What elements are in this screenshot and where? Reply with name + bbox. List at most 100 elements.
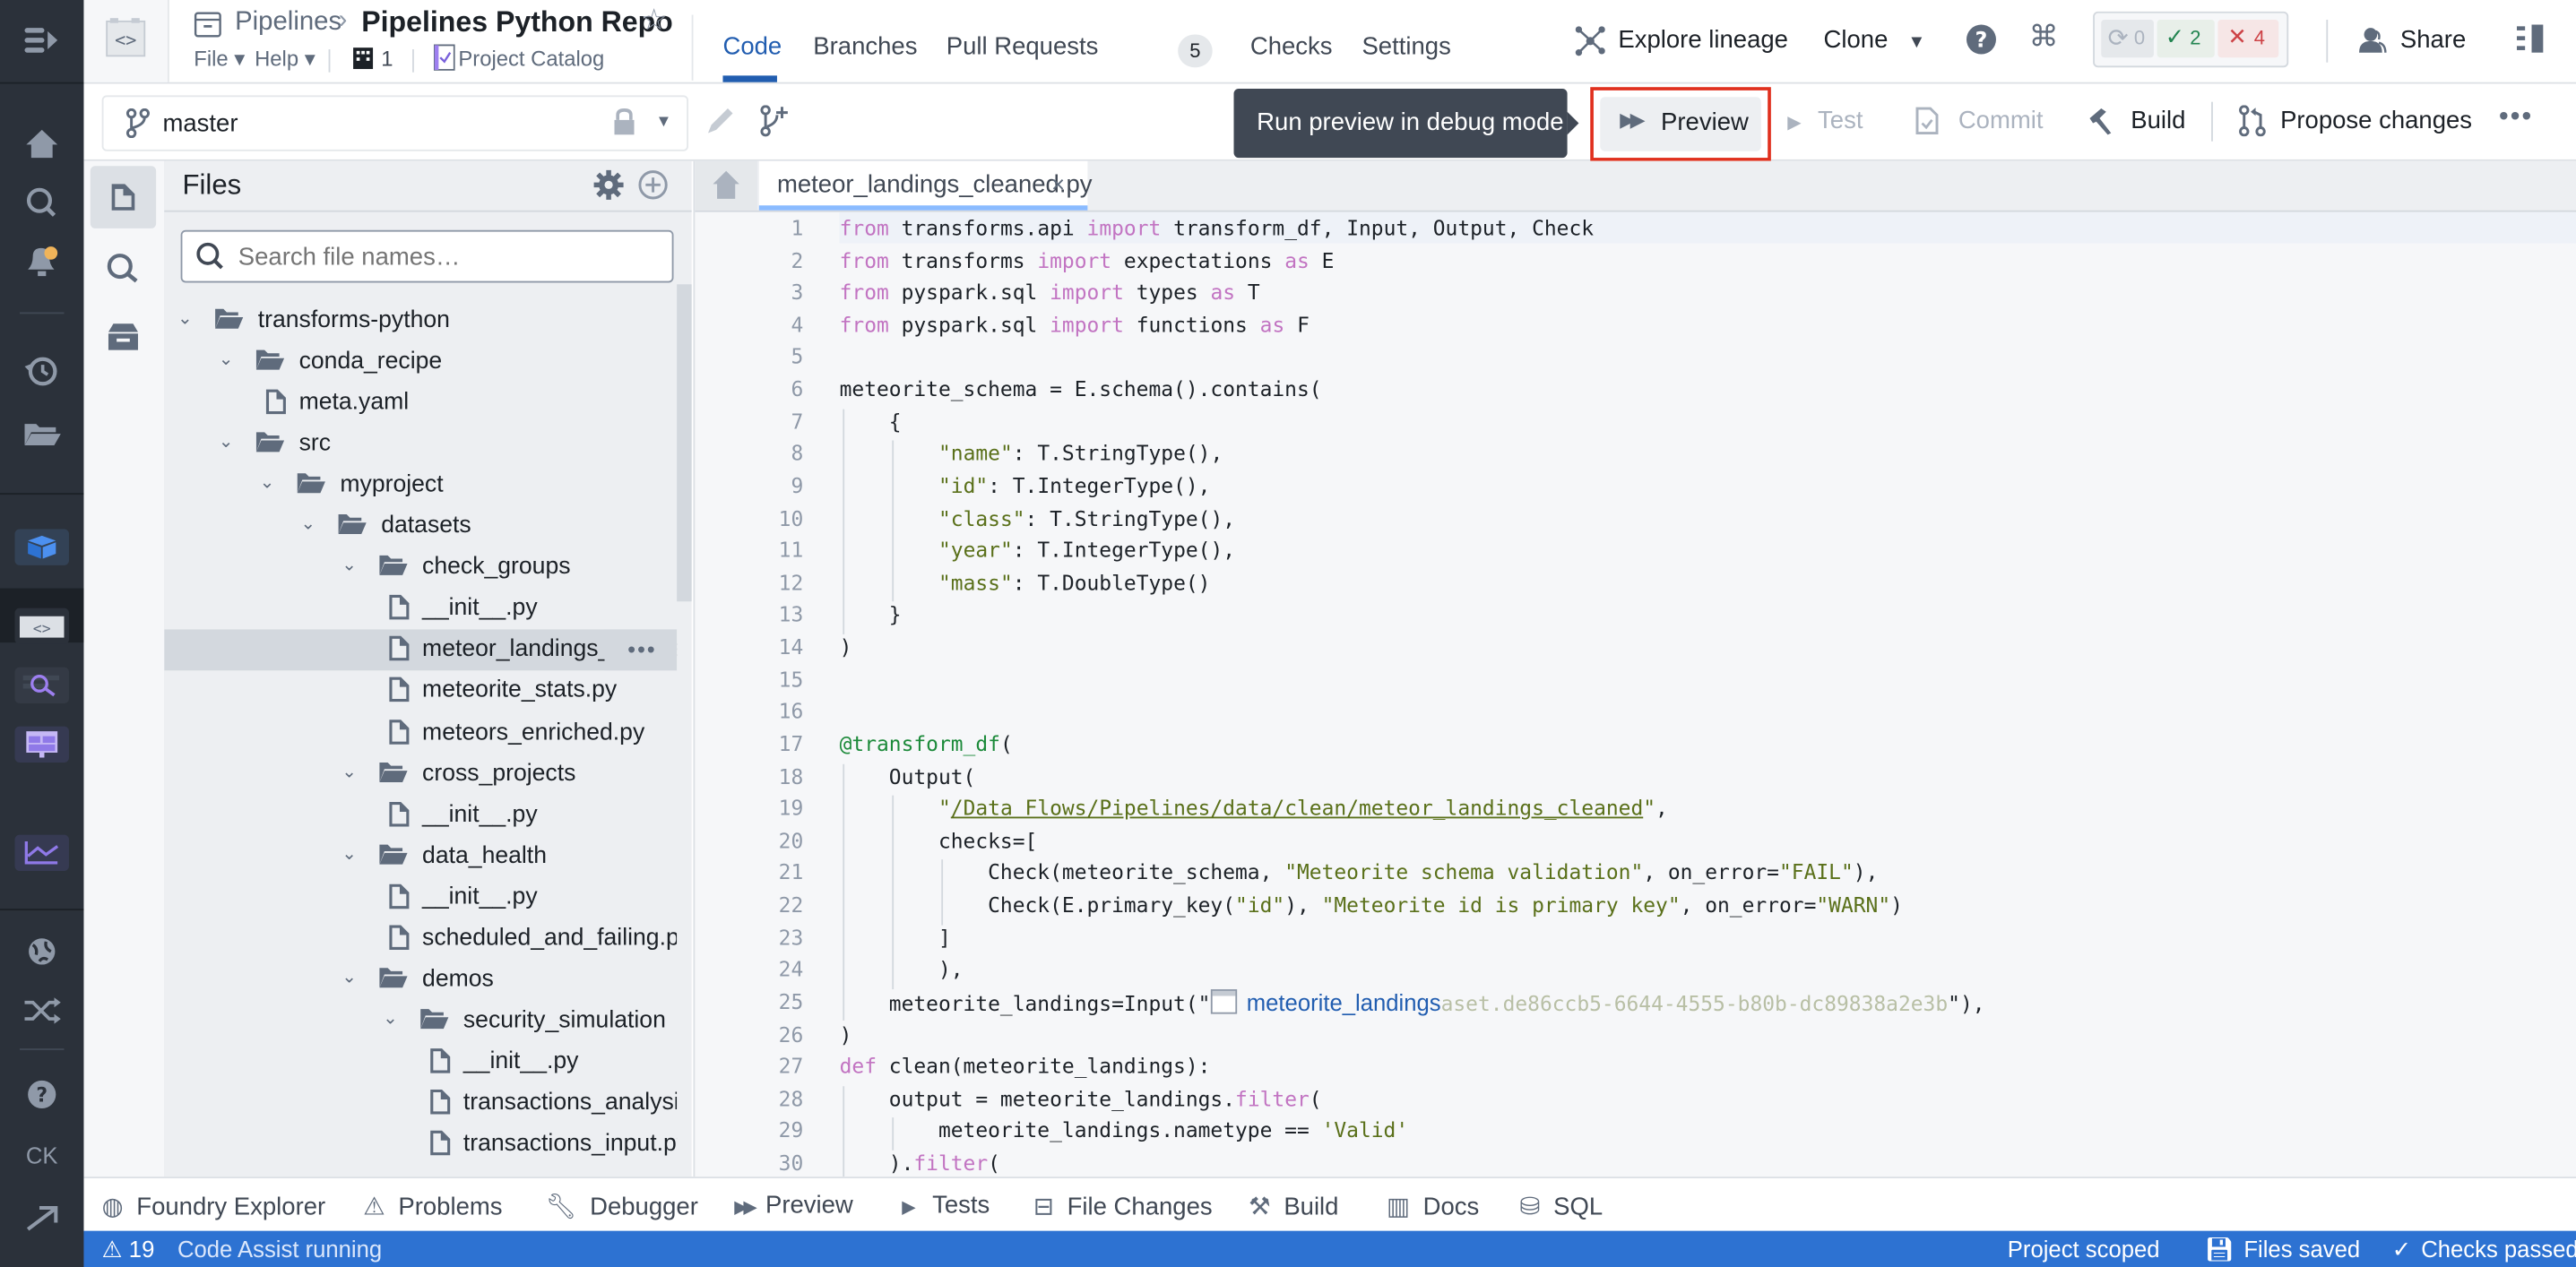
files-scrollbar[interactable] xyxy=(677,284,692,602)
tree-file[interactable]: transactions_input.py xyxy=(164,1124,677,1165)
tree-folder[interactable]: ⌄ check_groups xyxy=(164,547,677,589)
build-button[interactable]: Build xyxy=(2085,107,2185,135)
organization-count[interactable]: 1 xyxy=(381,46,393,71)
tree-file[interactable]: __init__.py xyxy=(164,877,677,918)
bottom-tab-docs[interactable]: ▥ Docs xyxy=(1387,1192,1479,1220)
bottom-tab-file-changes[interactable]: ⊟ File Changes xyxy=(1033,1192,1213,1220)
help-icon[interactable]: ? xyxy=(0,1076,83,1112)
test-button[interactable]: ▶ Test xyxy=(1787,107,1863,134)
checks-running[interactable]: ⟳ 0 xyxy=(2101,20,2154,58)
chevron-down-icon[interactable]: ⌄ xyxy=(341,555,357,575)
tree-folder[interactable]: ⌄ data_health xyxy=(164,836,677,877)
chevron-down-icon[interactable]: ⌄ xyxy=(341,760,357,781)
chevron-down-icon[interactable]: ⌄ xyxy=(177,307,193,329)
tree-folder[interactable]: ⌄ transforms-python xyxy=(164,301,677,342)
project-catalog-link[interactable]: Project Catalog xyxy=(458,46,604,71)
tree-folder[interactable]: ⌄ security_simulation xyxy=(164,1001,677,1042)
search-icon[interactable] xyxy=(0,185,83,219)
tree-file[interactable]: meteorite_stats.py xyxy=(164,671,677,712)
notifications-icon[interactable] xyxy=(0,243,83,279)
editor-tab-active[interactable]: meteor_landings_cleaned.py × xyxy=(758,160,1093,211)
checks-passed-status[interactable]: ✓ Checks passed xyxy=(2392,1236,2576,1263)
shuffle-icon[interactable] xyxy=(0,993,83,1029)
sidebar-toggle-icon[interactable] xyxy=(2517,23,2546,56)
history-icon[interactable] xyxy=(0,353,83,389)
checks-summary[interactable]: ⟳ 0 ✓ 2 ✕ 4 xyxy=(2093,11,2289,68)
clone-dropdown[interactable]: Clone ▼ xyxy=(1824,26,1926,54)
checks-passed[interactable]: ✓ 2 xyxy=(2157,20,2215,58)
external-link-icon[interactable] xyxy=(0,1200,83,1236)
chevron-down-icon[interactable]: ⌄ xyxy=(341,966,357,987)
tree-file[interactable]: __init__.py xyxy=(164,1042,677,1083)
tree-folder[interactable]: ⌄ datasets xyxy=(164,506,677,547)
bottom-tab-problems[interactable]: ⚠ Problems xyxy=(363,1192,502,1220)
data-lineage-app-icon[interactable] xyxy=(14,667,69,703)
tree-file[interactable]: __init__.py xyxy=(164,795,677,836)
tree-file[interactable]: meta.yaml xyxy=(164,383,677,424)
help-icon[interactable]: ? xyxy=(1965,23,1998,56)
tree-file[interactable]: scheduled_and_failing.py xyxy=(164,918,677,960)
close-tab-icon[interactable]: × xyxy=(1051,171,1065,197)
settings-gear-icon[interactable] xyxy=(593,169,625,201)
code-area[interactable]: 1 from transforms.api import transform_df… xyxy=(695,212,2576,1177)
chevron-down-icon[interactable]: ⌄ xyxy=(383,1007,398,1029)
breadcrumb-parent[interactable]: Pipelines xyxy=(235,8,341,38)
files-tab[interactable] xyxy=(90,166,157,228)
quiver-app-icon[interactable] xyxy=(14,834,69,872)
tree-file[interactable]: meteors_enriched.py xyxy=(164,712,677,754)
file-search-input[interactable] xyxy=(180,229,674,283)
workshop-app-icon[interactable] xyxy=(14,726,69,763)
project-scoped-status[interactable]: Project scoped xyxy=(2008,1236,2160,1262)
tree-file[interactable]: transactions_analysis.py xyxy=(164,1082,677,1124)
tree-folder[interactable]: ⌄ src xyxy=(164,424,677,465)
globe-icon[interactable] xyxy=(0,934,83,970)
tree-folder[interactable]: ⌄ demos xyxy=(164,960,677,1001)
code-repository-app-icon[interactable]: <> xyxy=(14,608,69,644)
code-assist-status[interactable]: Code Assist running xyxy=(177,1236,382,1262)
bottom-tab-tests[interactable]: ▶ Tests xyxy=(902,1192,990,1220)
tab-code[interactable]: Code xyxy=(722,33,782,61)
ontology-app-icon[interactable] xyxy=(14,529,69,565)
libraries-tab[interactable] xyxy=(107,322,140,351)
chevron-down-icon[interactable]: ⌄ xyxy=(219,349,234,370)
file-menu[interactable]: File ▾ xyxy=(194,46,245,72)
files-saved-status[interactable]: 💾︎ Files saved xyxy=(2205,1236,2360,1263)
help-menu[interactable]: Help ▾ xyxy=(255,46,316,72)
checks-failed[interactable]: ✕ 4 xyxy=(2217,20,2279,58)
tab-branches[interactable]: Branches xyxy=(813,33,917,61)
folder-icon[interactable] xyxy=(0,418,83,451)
file-search-field[interactable] xyxy=(235,237,661,275)
warnings-count[interactable]: ⚠ 19 xyxy=(102,1236,155,1263)
bottom-tab-build[interactable]: ⚒︎ Build xyxy=(1249,1192,1338,1220)
tab-settings[interactable]: Settings xyxy=(1361,33,1450,61)
tree-folder[interactable]: ⌄ cross_projects xyxy=(164,754,677,795)
bottom-tab-debugger[interactable]: 🔧︎ Debugger xyxy=(546,1192,698,1220)
bottom-tab-preview[interactable]: ▶▶ Preview xyxy=(734,1192,852,1220)
user-avatar[interactable]: CK xyxy=(0,1142,83,1168)
chevron-down-icon[interactable]: ⌄ xyxy=(219,431,234,452)
tree-file[interactable]: __init__.py xyxy=(164,589,677,630)
bottom-tab-sql[interactable]: ⛁ SQL xyxy=(1519,1192,1603,1220)
tree-file[interactable]: meteor_landings_cleaned.py••• xyxy=(164,630,678,671)
bottom-tab-foundry-explorer[interactable]: ◍ Foundry Explorer xyxy=(102,1192,326,1220)
chevron-down-icon[interactable]: ⌄ xyxy=(300,513,316,535)
add-file-icon[interactable] xyxy=(637,169,669,201)
commit-button[interactable]: Commit xyxy=(1915,107,2044,134)
preview-button[interactable]: ▶▶ Preview xyxy=(1590,87,1771,161)
search-files-tab[interactable] xyxy=(107,253,140,286)
star-icon[interactable]: ☆ xyxy=(641,4,668,39)
more-options-icon[interactable]: ••• xyxy=(2499,100,2533,134)
branch-selector[interactable]: master ▼ xyxy=(101,95,688,151)
tab-pull-requests[interactable]: Pull Requests xyxy=(947,33,1099,61)
edit-pencil-icon[interactable] xyxy=(705,107,734,136)
home-tab[interactable] xyxy=(695,160,757,211)
more-options-icon[interactable]: ••• xyxy=(604,630,678,671)
chevron-down-icon[interactable]: ⌄ xyxy=(260,472,275,494)
create-branch-icon[interactable] xyxy=(759,105,789,138)
chevron-down-icon[interactable]: ⌄ xyxy=(341,842,357,864)
home-icon[interactable] xyxy=(0,126,83,159)
tab-checks[interactable]: Checks xyxy=(1250,33,1333,61)
command-palette-icon[interactable]: ⌘ xyxy=(2029,20,2059,55)
tree-folder[interactable]: ⌄ myproject xyxy=(164,465,677,506)
propose-changes-button[interactable]: Propose changes xyxy=(2237,105,2472,137)
